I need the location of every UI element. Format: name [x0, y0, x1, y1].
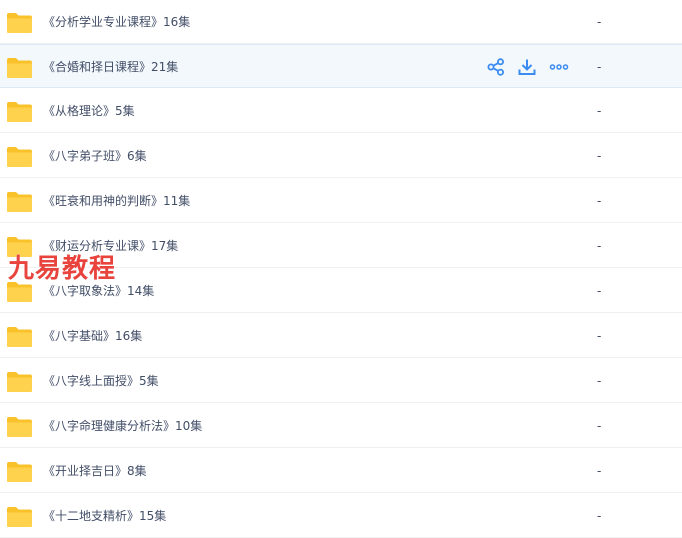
- folder-icon: [6, 416, 33, 438]
- file-row-hovered[interactable]: 《合婚和择日课程》21集 -: [0, 44, 682, 88]
- file-size: -: [597, 60, 602, 74]
- file-name[interactable]: 《旺衰和用神的判断》11集: [43, 179, 190, 223]
- file-size: -: [597, 239, 602, 253]
- folder-icon: [6, 101, 33, 123]
- file-size: -: [597, 464, 602, 478]
- file-row[interactable]: 《从格理论》5集 -: [0, 89, 682, 133]
- folder-icon: [6, 461, 33, 483]
- file-row[interactable]: 《旺衰和用神的判断》11集 -: [0, 179, 682, 223]
- file-name[interactable]: 《八字命理健康分析法》10集: [43, 404, 202, 448]
- share-icon[interactable]: [486, 57, 506, 77]
- file-name[interactable]: 《十二地支精析》15集: [43, 494, 166, 538]
- file-size: -: [597, 374, 602, 388]
- file-size: -: [597, 284, 602, 298]
- file-size: -: [597, 419, 602, 433]
- folder-icon: [6, 506, 33, 528]
- file-size: -: [597, 104, 602, 118]
- file-row[interactable]: 《分析学业专业课程》16集 -: [0, 0, 682, 44]
- file-name[interactable]: 《开业择吉日》8集: [43, 449, 147, 493]
- folder-icon: [6, 146, 33, 168]
- file-name[interactable]: 《八字线上面授》5集: [43, 359, 159, 403]
- file-size: -: [597, 194, 602, 208]
- more-icon[interactable]: [549, 57, 569, 77]
- file-size: -: [597, 329, 602, 343]
- folder-icon: [6, 57, 33, 79]
- folder-icon: [6, 12, 33, 34]
- folder-icon: [6, 191, 33, 213]
- file-row[interactable]: 《八字线上面授》5集 -: [0, 359, 682, 403]
- file-name[interactable]: 《从格理论》5集: [43, 89, 135, 133]
- file-row[interactable]: 《开业择吉日》8集 -: [0, 449, 682, 493]
- file-name[interactable]: 《八字基础》16集: [43, 314, 142, 358]
- watermark-text: 九易教程: [8, 254, 117, 284]
- file-name[interactable]: 《分析学业专业课程》16集: [43, 0, 190, 44]
- file-row[interactable]: 《十二地支精析》15集 -: [0, 494, 682, 538]
- file-row[interactable]: 《八字命理健康分析法》10集 -: [0, 404, 682, 448]
- file-name[interactable]: 《八字弟子班》6集: [43, 134, 147, 178]
- file-row[interactable]: 《八字弟子班》6集 -: [0, 134, 682, 178]
- download-icon[interactable]: [517, 57, 537, 77]
- folder-icon: [6, 326, 33, 348]
- file-size: -: [597, 509, 602, 523]
- file-name[interactable]: 《合婚和择日课程》21集: [43, 45, 178, 89]
- file-size: -: [597, 15, 602, 29]
- file-size: -: [597, 149, 602, 163]
- file-row[interactable]: 《八字基础》16集 -: [0, 314, 682, 358]
- folder-icon: [6, 371, 33, 393]
